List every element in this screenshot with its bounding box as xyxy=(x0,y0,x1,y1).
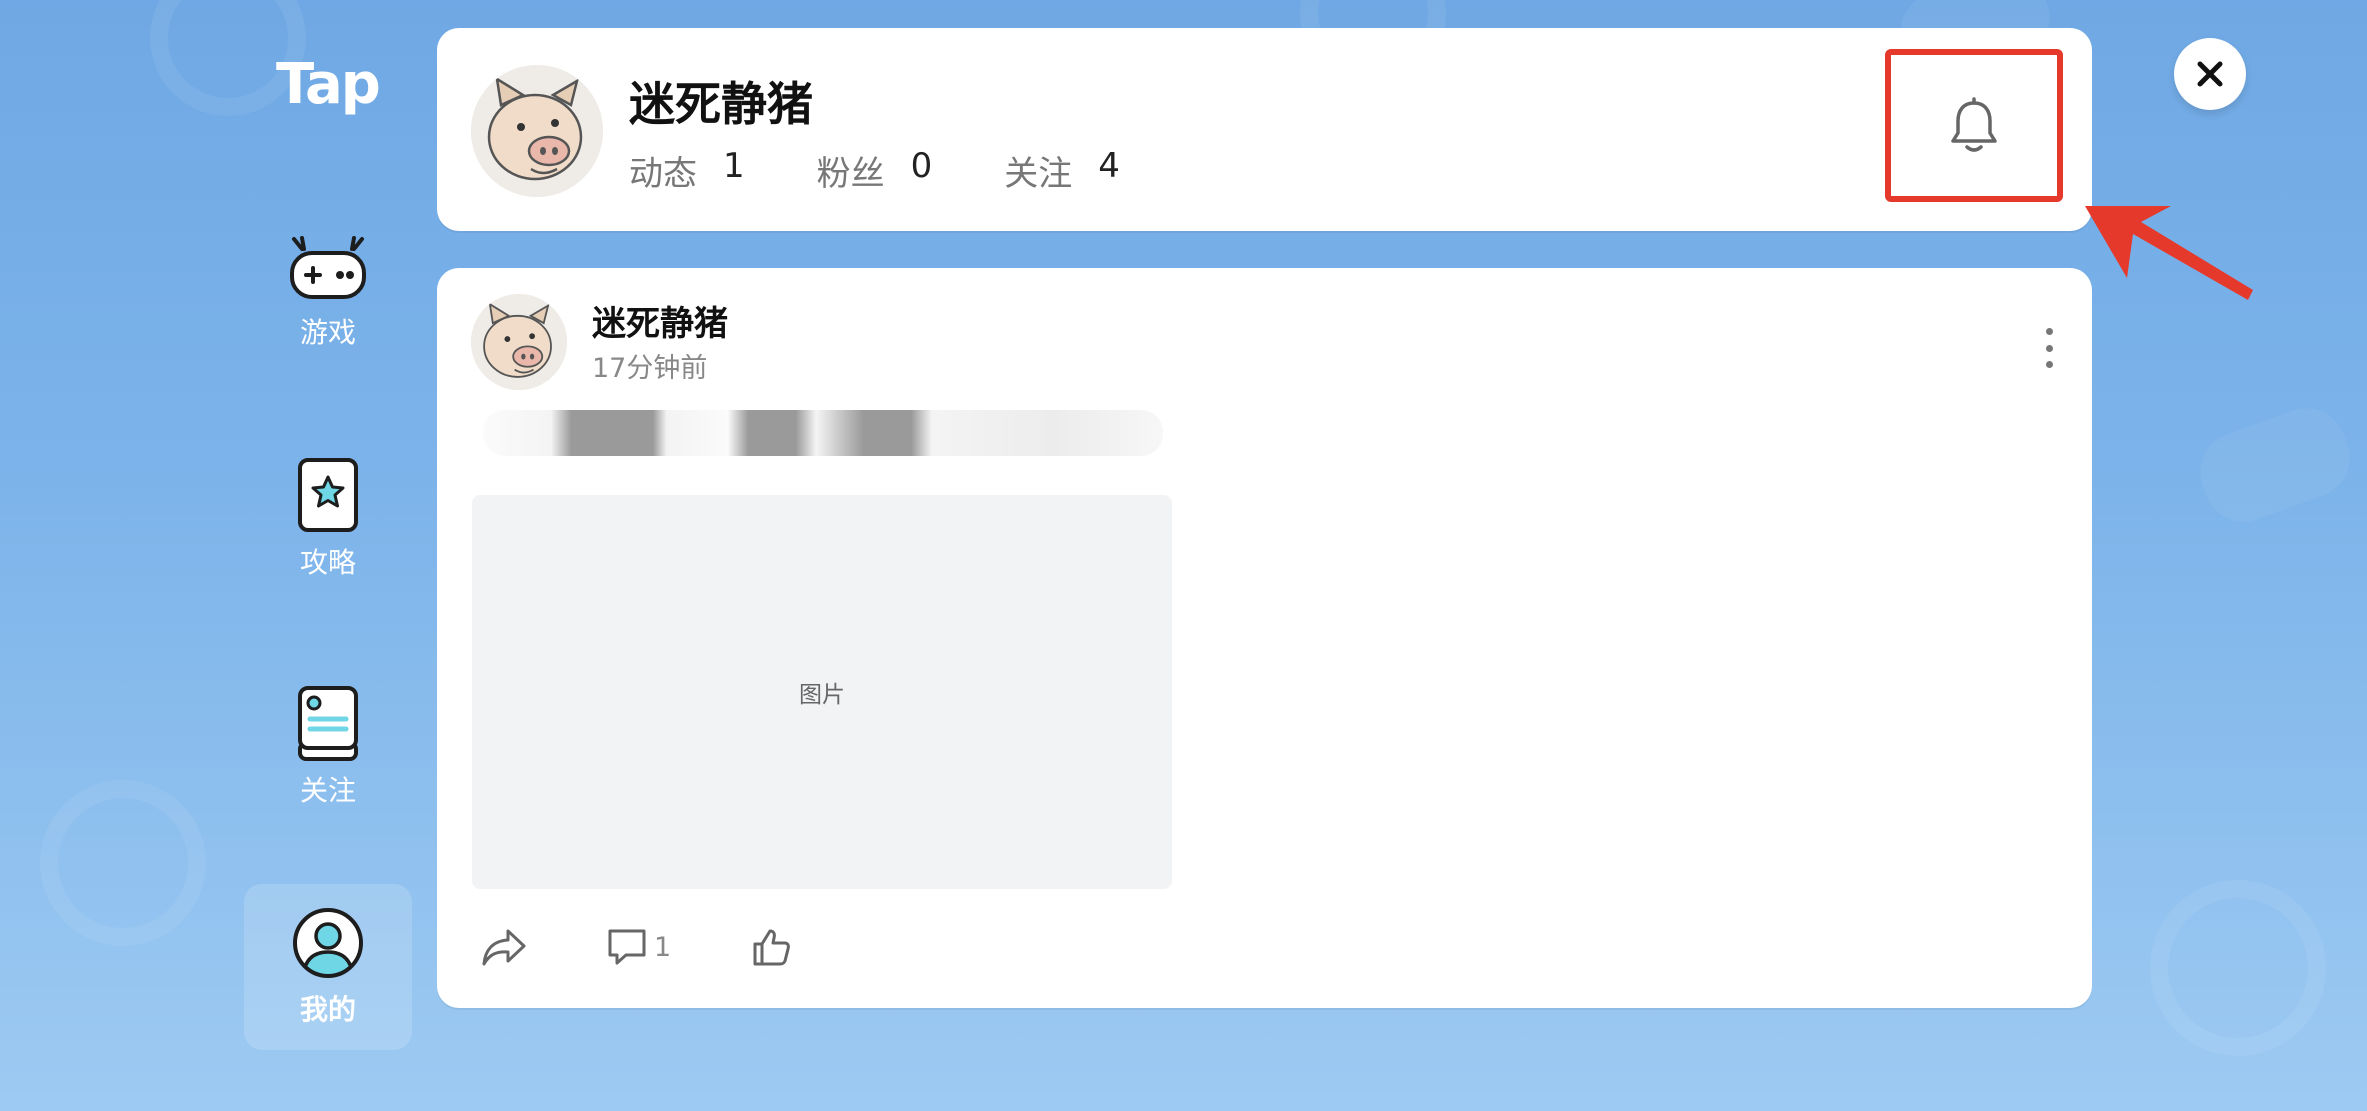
pig-avatar-icon xyxy=(471,65,603,197)
background-decoration xyxy=(40,780,206,946)
profile-name: 迷死静猪 xyxy=(629,77,813,131)
stat-following[interactable]: 关注 4 xyxy=(1004,146,1120,195)
profile-header-card: 迷死静猪 动态 1 粉丝 0 关注 4 xyxy=(437,28,2092,231)
stat-fans[interactable]: 粉丝 0 xyxy=(817,146,933,195)
stat-label: 动态 xyxy=(629,154,697,194)
blurred-post-text xyxy=(483,410,1163,456)
profile-stats: 动态 1 粉丝 0 关注 4 xyxy=(629,146,1192,195)
image-placeholder-label: 图片 xyxy=(799,682,845,708)
pig-avatar-icon xyxy=(471,294,567,390)
more-icon xyxy=(2045,344,2053,352)
bell-icon xyxy=(1951,96,1997,152)
more-icon xyxy=(2045,328,2053,335)
sidebar-item-guides[interactable]: 攻略 xyxy=(244,436,412,602)
stat-value: 0 xyxy=(910,146,933,186)
more-icon xyxy=(2045,361,2053,368)
app-logo: Tap xyxy=(276,52,381,117)
close-button[interactable] xyxy=(2174,38,2246,110)
sidebar-item-label: 游戏 xyxy=(299,316,356,349)
sidebar-item-label: 关注 xyxy=(299,774,356,807)
sidebar-item-games[interactable]: 游戏 xyxy=(244,210,412,376)
pointer-arrow-icon xyxy=(2085,206,2253,300)
stat-value: 4 xyxy=(1098,146,1120,186)
background-decoration xyxy=(2150,880,2326,1056)
comment-icon xyxy=(608,929,646,965)
post-image[interactable]: 图片 xyxy=(472,495,1172,889)
like-button[interactable] xyxy=(751,927,791,967)
close-icon xyxy=(2197,61,2223,87)
star-card-icon xyxy=(298,458,358,532)
stat-posts[interactable]: 动态 1 xyxy=(629,146,745,195)
sidebar-item-label: 我的 xyxy=(299,993,356,1026)
comment-count: 1 xyxy=(654,931,672,963)
post-card[interactable]: 迷死静猪 17分钟前 图片 1 xyxy=(437,268,2092,1008)
like-icon xyxy=(753,929,791,966)
sidebar-item-label: 攻略 xyxy=(299,546,356,579)
user-icon xyxy=(293,908,363,978)
post-author[interactable]: 迷死静猪 xyxy=(592,296,728,345)
notification-button[interactable] xyxy=(1885,49,2063,202)
stat-label: 关注 xyxy=(1004,154,1073,194)
comment-button[interactable]: 1 xyxy=(606,927,671,967)
stat-value: 1 xyxy=(723,146,745,186)
post-time: 17分钟前 xyxy=(592,353,708,384)
more-options-button[interactable] xyxy=(2037,328,2061,368)
share-button[interactable] xyxy=(482,927,526,967)
sidebar-item-me[interactable]: 我的 xyxy=(244,884,412,1050)
feed-icon xyxy=(298,686,358,761)
gamepad-icon xyxy=(290,236,366,299)
background-decoration xyxy=(2189,397,2361,533)
avatar[interactable] xyxy=(471,65,603,197)
post-actions: 1 xyxy=(482,927,871,967)
share-icon xyxy=(482,929,526,966)
stat-label: 粉丝 xyxy=(816,154,885,194)
avatar[interactable] xyxy=(471,294,567,390)
sidebar-item-following[interactable]: 关注 xyxy=(244,664,412,830)
